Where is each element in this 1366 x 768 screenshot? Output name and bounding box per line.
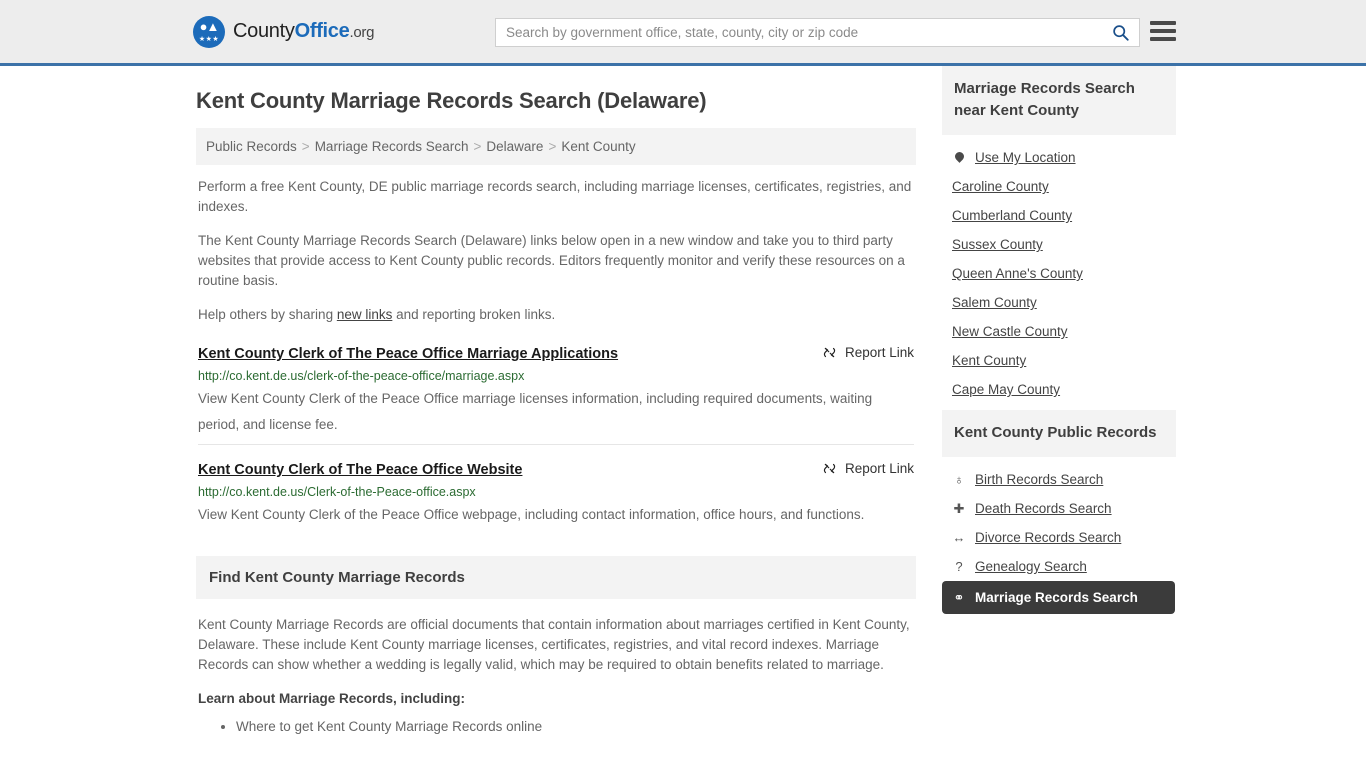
share-links-paragraph: Help others by sharing new links and rep… [196, 305, 916, 325]
new-links-link[interactable]: new links [337, 307, 393, 322]
hamburger-menu-icon[interactable] [1150, 20, 1176, 42]
report-link-button[interactable]: Report Link [822, 343, 914, 360]
breadcrumb-item-kent-county[interactable]: Kent County [561, 139, 635, 154]
sidebar-item-birth-records-search[interactable]: ♁ Birth Records Search [942, 465, 1176, 494]
sidebar-item-label[interactable]: New Castle County [952, 324, 1068, 339]
intro-paragraph-1: Perform a free Kent County, DE public ma… [198, 179, 912, 214]
report-link-button[interactable]: Report Link [822, 459, 914, 476]
find-records-body: Kent County Marriage Records are officia… [196, 599, 916, 737]
sidebar-item-label[interactable]: Cumberland County [952, 208, 1072, 223]
breadcrumb-separator: > [301, 139, 310, 154]
sidebar-item-kent-county[interactable]: Kent County [942, 346, 1176, 375]
cross-icon: ✚ [953, 500, 965, 516]
share-prefix: Help others by sharing [198, 307, 337, 322]
report-link-label: Report Link [844, 345, 914, 360]
search-button[interactable] [1101, 19, 1139, 46]
sidebar-item-new-castle-county[interactable]: New Castle County [942, 317, 1176, 346]
sidebar-item-death-records-search[interactable]: ✚ Death Records Search [942, 494, 1176, 523]
breadcrumb-item-marriage-records-search[interactable]: Marriage Records Search [315, 139, 469, 154]
broken-link-icon [823, 463, 836, 474]
search-input[interactable] [496, 19, 1101, 46]
brand-text: CountyOffice.org [233, 20, 374, 43]
breadcrumb-item-delaware[interactable]: Delaware [486, 139, 543, 154]
search-bar [495, 18, 1140, 47]
sidebar-item-label[interactable]: Salem County [952, 295, 1037, 310]
sidebar-item-label[interactable]: Birth Records Search [975, 472, 1103, 487]
hamburger-bar [1150, 37, 1176, 41]
rings-icon: ⚭ [953, 589, 965, 605]
public-records-panel: Kent County Public Records ♁ Birth Recor… [942, 410, 1176, 614]
public-records-list: ♁ Birth Records Search ✚ Death Records S… [942, 457, 1176, 614]
result-title-link[interactable]: Kent County Clerk of The Peace Office Ma… [198, 343, 618, 365]
baby-icon: ♁ [954, 471, 964, 487]
site-logo[interactable]: ●▲ ★★★ CountyOffice.org [193, 15, 374, 48]
sidebar-item-label[interactable]: Divorce Records Search [975, 530, 1121, 545]
page-body: Kent County Marriage Records Search (Del… [0, 66, 1366, 737]
result-title-link[interactable]: Kent County Clerk of The Peace Office We… [198, 459, 522, 481]
breadcrumb-separator: > [548, 139, 557, 154]
eagle-seal-icon: ●▲ ★★★ [193, 15, 225, 48]
sidebar-item-label[interactable]: Kent County [952, 353, 1026, 368]
sidebar-item-label[interactable]: Queen Anne's County [952, 266, 1083, 281]
nearby-searches-heading: Marriage Records Search near Kent County [942, 66, 1176, 135]
result-header: Kent County Clerk of The Peace Office We… [198, 459, 914, 481]
main-column: Kent County Marriage Records Search (Del… [196, 66, 916, 737]
report-link-label: Report Link [844, 461, 914, 476]
page-title: Kent County Marriage Records Search (Del… [196, 88, 707, 113]
split-arrows-icon: ↔ [952, 529, 966, 545]
sidebar-item-queen-annes-county[interactable]: Queen Anne's County [942, 259, 1176, 288]
map-pin-icon [952, 149, 966, 165]
result-item: Kent County Clerk of The Peace Office We… [196, 455, 916, 528]
breadcrumb-item-public-records[interactable]: Public Records [206, 139, 297, 154]
sidebar-item-label[interactable]: Sussex County [952, 237, 1043, 252]
search-icon [1112, 25, 1129, 41]
find-records-paragraph: Kent County Marriage Records are officia… [198, 617, 910, 672]
brand-part-org: .org [349, 24, 375, 41]
result-divider [198, 444, 914, 445]
site-header: ●▲ ★★★ CountyOffice.org [0, 0, 1366, 66]
hamburger-bar [1150, 21, 1176, 25]
sidebar-item-caroline-county[interactable]: Caroline County [942, 172, 1176, 201]
brand-part-office: Office [294, 20, 350, 42]
sidebar-item-divorce-records-search[interactable]: ↔ Divorce Records Search [942, 523, 1176, 552]
content-container: Kent County Marriage Records Search (Del… [188, 66, 1178, 737]
intro-paragraph-2: The Kent County Marriage Records Search … [198, 233, 905, 288]
sidebar-item-sussex-county[interactable]: Sussex County [942, 230, 1176, 259]
sidebar-item-cape-may-county[interactable]: Cape May County [942, 375, 1176, 404]
learn-about-heading: Learn about Marriage Records, including: [198, 691, 466, 706]
breadcrumb-separator: > [473, 139, 482, 154]
result-url: http://co.kent.de.us/Clerk-of-the-Peace-… [198, 485, 476, 499]
nearby-searches-list: Use My Location Caroline County Cumberla… [942, 135, 1176, 404]
hamburger-bar [1150, 29, 1176, 33]
brand-part-county: County [233, 20, 295, 42]
learn-about-list: Where to get Kent County Marriage Record… [198, 717, 914, 737]
nearby-searches-panel: Marriage Records Search near Kent County… [942, 66, 1176, 404]
result-item: Kent County Clerk of The Peace Office Ma… [196, 339, 916, 445]
sidebar-item-label[interactable]: Use My Location [975, 150, 1076, 165]
sidebar-item-salem-county[interactable]: Salem County [942, 288, 1176, 317]
sidebar-item-cumberland-county[interactable]: Cumberland County [942, 201, 1176, 230]
sidebar-item-label[interactable]: Death Records Search [975, 501, 1112, 516]
broken-link-icon [823, 347, 836, 358]
result-description: View Kent County Clerk of the Peace Offi… [198, 507, 865, 522]
sidebar-item-label[interactable]: Caroline County [952, 179, 1049, 194]
sidebar-item-genealogy-search[interactable]: ? Genealogy Search [942, 552, 1176, 581]
share-suffix: and reporting broken links. [392, 307, 556, 322]
sidebar: Marriage Records Search near Kent County… [942, 66, 1176, 620]
result-url: http://co.kent.de.us/clerk-of-the-peace-… [198, 369, 525, 383]
result-header: Kent County Clerk of The Peace Office Ma… [198, 343, 914, 365]
sidebar-item-marriage-records-search[interactable]: ⚭ Marriage Records Search [942, 581, 1175, 614]
sidebar-item-use-my-location[interactable]: Use My Location [942, 143, 1176, 172]
list-item: Where to get Kent County Marriage Record… [236, 717, 914, 737]
find-records-heading: Find Kent County Marriage Records [196, 556, 916, 599]
question-mark-icon: ? [955, 558, 963, 574]
sidebar-item-label[interactable]: Genealogy Search [975, 559, 1087, 574]
result-description: View Kent County Clerk of the Peace Offi… [198, 391, 873, 432]
public-records-heading: Kent County Public Records [942, 410, 1176, 457]
breadcrumb: Public Records > Marriage Records Search > D… [196, 128, 916, 165]
sidebar-item-label[interactable]: Marriage Records Search [975, 590, 1138, 605]
sidebar-item-label[interactable]: Cape May County [952, 382, 1060, 397]
